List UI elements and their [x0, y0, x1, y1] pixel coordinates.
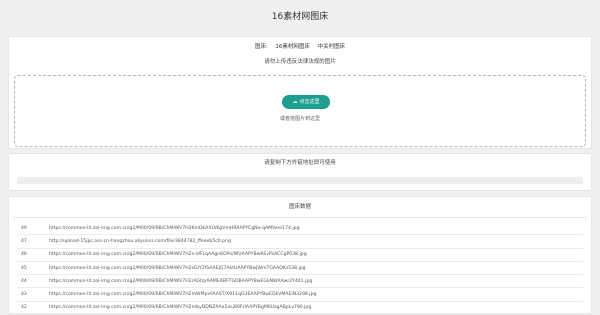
table-row: 42 https://common-lit.zol-img.com.cn/g2/… [17, 301, 583, 315]
table-row: 43 https://common-lit.zol-img.com.cn/g2/… [17, 287, 583, 302]
upload-dropzone[interactable]: ☁ 点击这里 或者拖图片到这里 [14, 75, 586, 147]
table-row: 46 https://common-lit.zol-img.com.cn/g2/… [17, 248, 583, 262]
table-row: 47 http://upload-15jpc.oss-cn-hangzhou.a… [17, 234, 583, 249]
record-id: 44 [17, 274, 49, 289]
record-id: 46 [17, 248, 49, 262]
record-url[interactable]: https://common-lit.zol-img.com.cn/g2/M00… [49, 274, 583, 289]
table-row: 45 https://common-lit.zol-img.com.cn/g2/… [17, 261, 583, 276]
record-url[interactable]: https://common-lit.zol-img.com.cn/g2/M00… [49, 261, 583, 276]
record-id: 47 [17, 234, 49, 249]
link-card: 请复制下方外链地址即可使用 [8, 153, 592, 191]
table-row: 49 https://common-lit.zol-img.com.cn/g2/… [17, 222, 583, 236]
record-id: 49 [17, 222, 49, 236]
table-row: 44 https://common-lit.zol-img.com.cn/g2/… [17, 274, 583, 289]
record-url[interactable]: http://upload-15jpc.oss-cn-hangzhou.aliy… [49, 234, 583, 249]
record-url[interactable]: https://common-lit.zol-img.com.cn/g2/M00… [49, 248, 583, 262]
records-table: 49 https://common-lit.zol-img.com.cn/g2/… [17, 222, 583, 315]
records-card: 图床数据 49 https://common-lit.zol-img.com.c… [8, 196, 592, 315]
record-id: 42 [17, 301, 49, 315]
upload-button[interactable]: ☁ 点击这里 [282, 95, 330, 109]
cloud-upload-icon: ☁ [292, 99, 298, 105]
image-host-selector: 图床: 16素材网图床 中关村图床 [9, 41, 591, 53]
upload-button-label: 点击这里 [299, 99, 320, 105]
record-id: 45 [17, 261, 49, 276]
upload-warning: 请勿上传违反法律法规的图片 [264, 59, 336, 65]
record-id: 43 [17, 287, 49, 302]
drag-hint: 或者拖图片到这里 [279, 116, 320, 122]
record-url[interactable]: https://common-lit.zol-img.com.cn/g2/M00… [49, 301, 583, 315]
image-host-option-16sucai[interactable]: 16素材网图床 [275, 44, 310, 50]
records-title: 图床数据 [13, 197, 587, 218]
copy-link-hint: 请复制下方外链地址即可使用 [264, 160, 336, 166]
record-url[interactable]: https://common-lit.zol-img.com.cn/g2/M00… [49, 287, 583, 302]
upload-card: 图床: 16素材网图床 中关村图床 请勿上传违反法律法规的图片 ☁ 点击这里 或者… [8, 36, 592, 149]
page-title: 16素材网图床 [271, 12, 329, 22]
record-url[interactable]: https://common-lit.zol-img.com.cn/g2/M00… [49, 222, 583, 236]
image-host-option-zol[interactable]: 中关村图床 [318, 44, 346, 50]
link-output-field[interactable] [17, 177, 583, 184]
image-host-label: 图床: [254, 44, 268, 50]
